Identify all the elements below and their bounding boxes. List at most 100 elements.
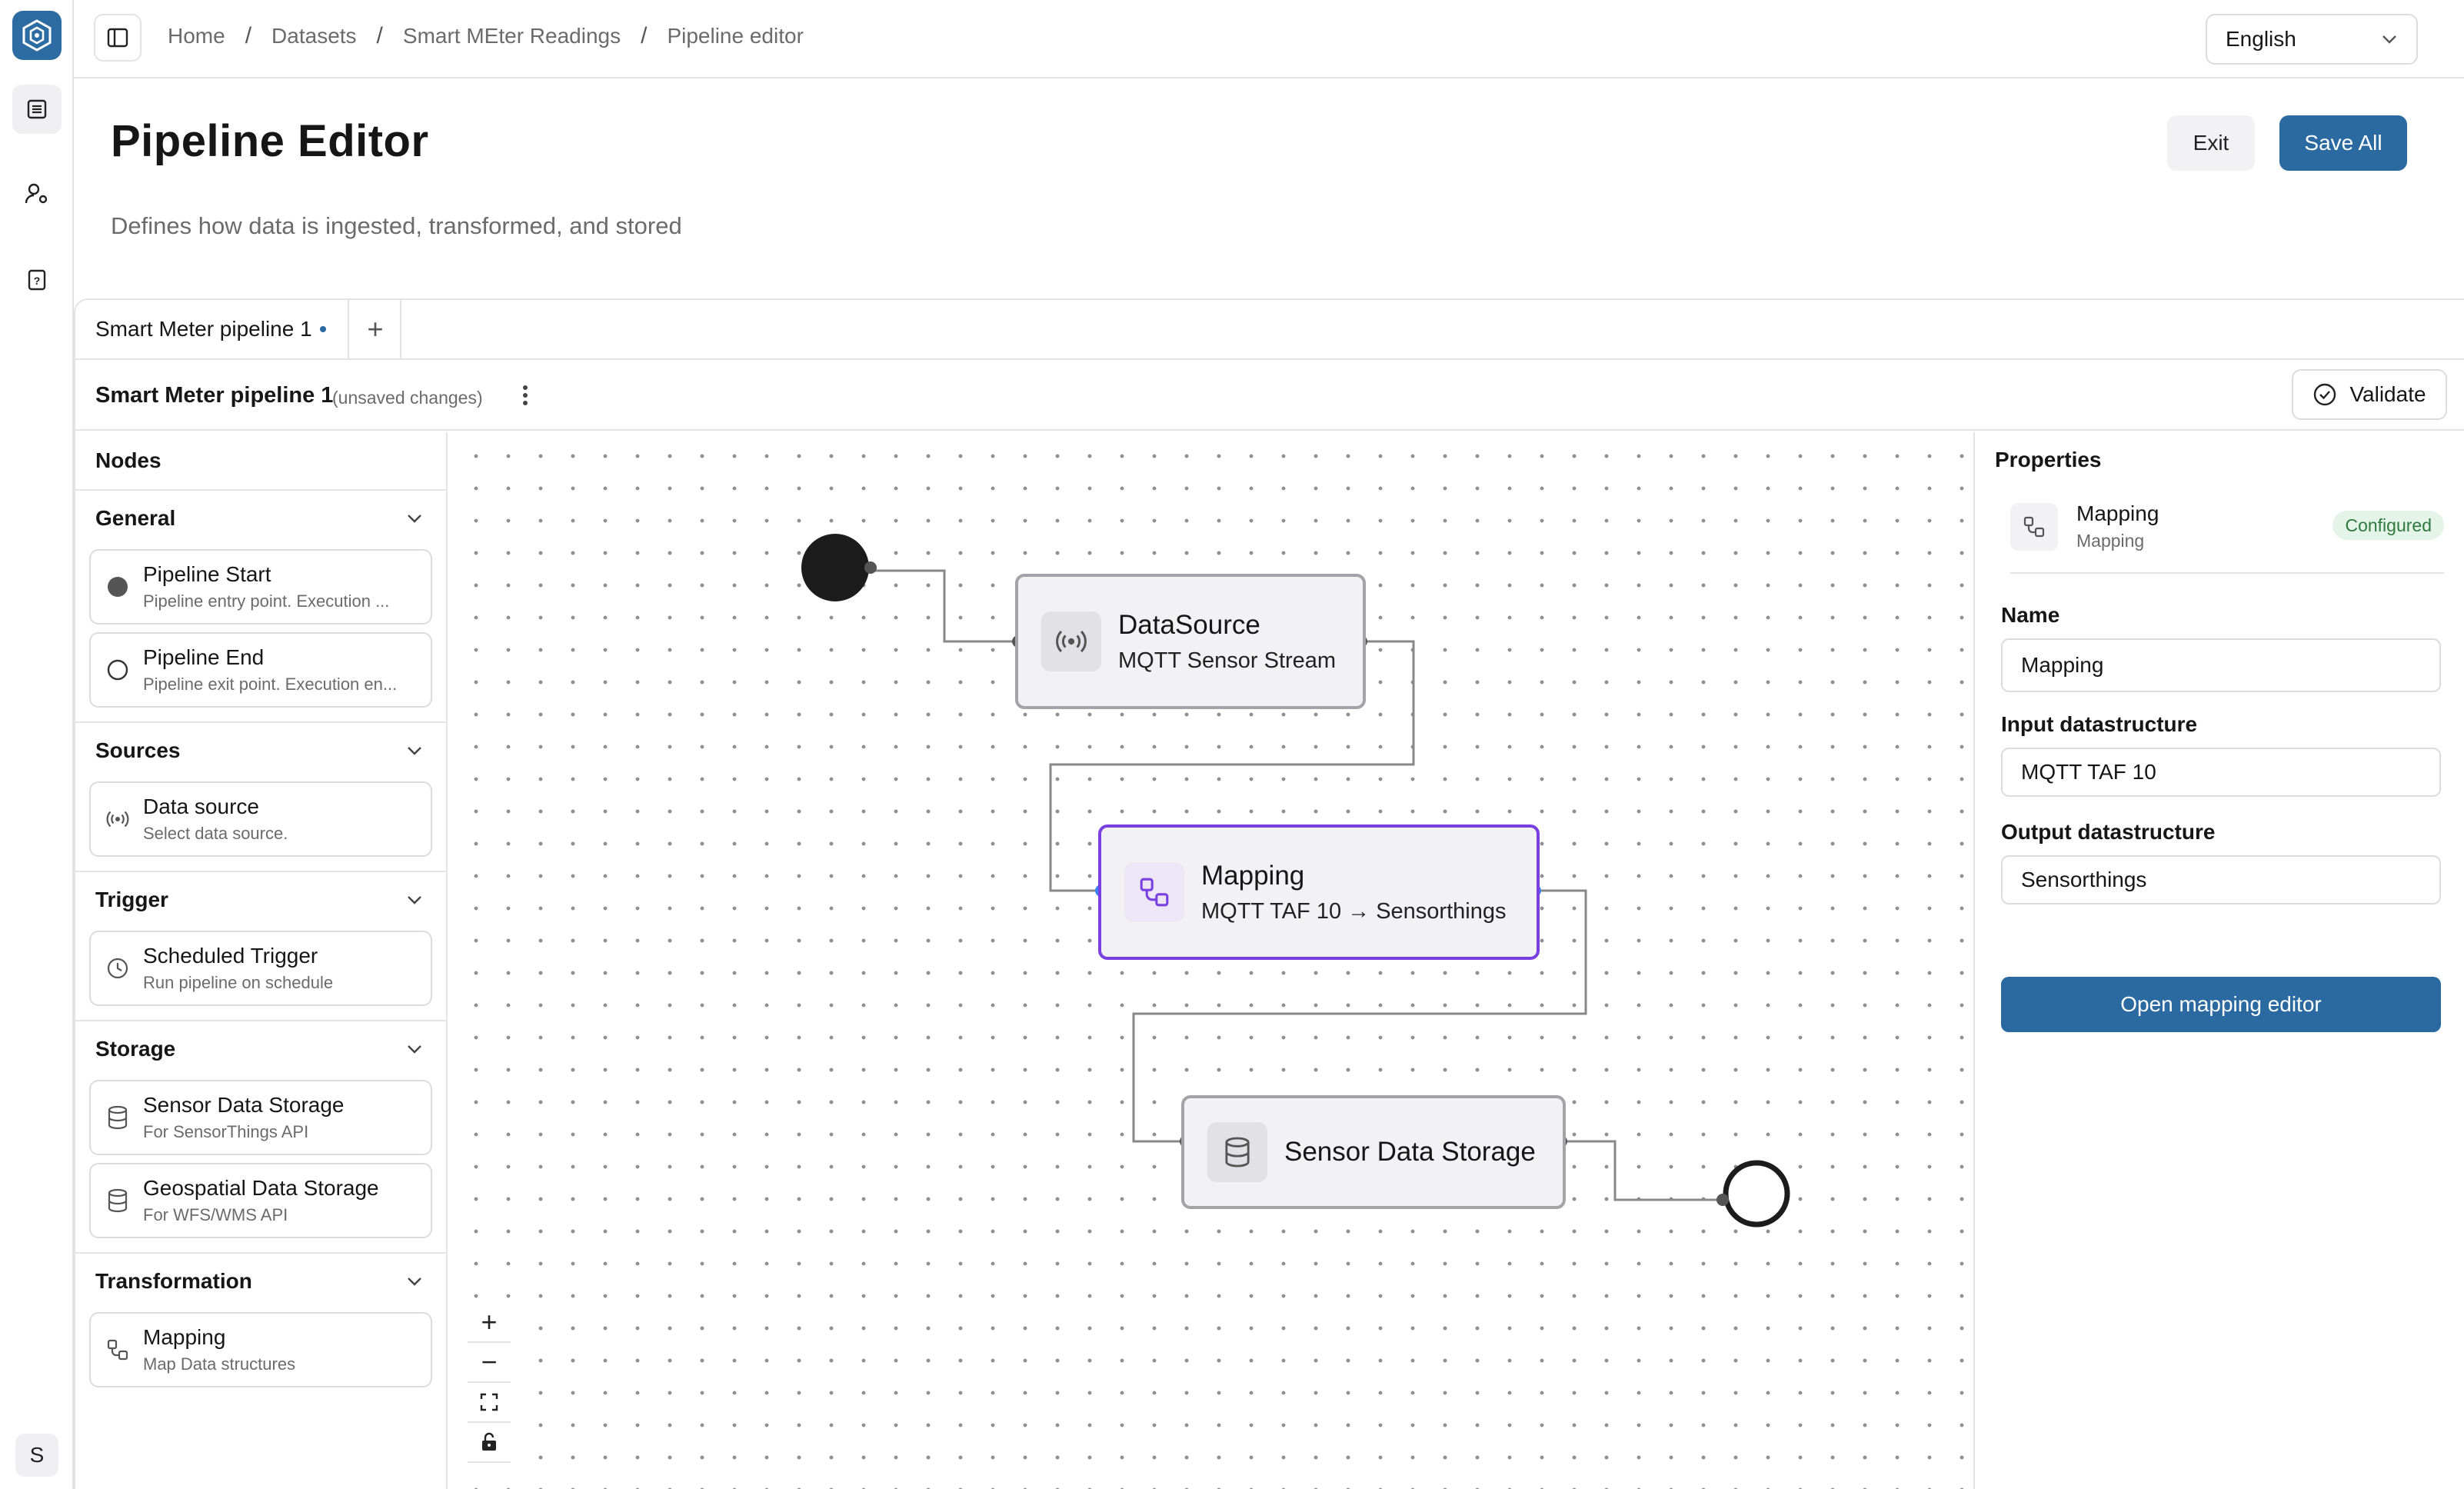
group-transformation: Transformation Mapping Map Data structure… bbox=[75, 1252, 446, 1401]
open-mapping-editor-button[interactable]: Open mapping editor bbox=[2001, 977, 2441, 1032]
status-badge: Configured bbox=[2332, 511, 2444, 540]
pipeline-end-node[interactable] bbox=[1723, 1160, 1790, 1228]
handle[interactable] bbox=[1716, 1194, 1729, 1206]
clock-icon bbox=[105, 955, 131, 981]
nodes-palette: Nodes General Pipeline Start Pipeline ent… bbox=[75, 432, 448, 1489]
node-subtitle: MQTT TAF 10 → Sensorthings bbox=[1201, 898, 1507, 924]
language-select[interactable]: English bbox=[2206, 14, 2418, 65]
database-icon bbox=[105, 1188, 131, 1214]
more-options-icon[interactable] bbox=[514, 378, 537, 412]
group-header-trigger[interactable]: Trigger bbox=[75, 872, 446, 928]
group-title: Transformation bbox=[95, 1269, 252, 1293]
zoom-in-button[interactable]: + bbox=[468, 1303, 511, 1343]
empty-circle-icon bbox=[105, 657, 131, 683]
palette-heading: Nodes bbox=[95, 448, 161, 472]
tab-smart-meter-pipeline-1[interactable]: Smart Meter pipeline 1 bbox=[75, 300, 349, 358]
chevron-down-icon bbox=[408, 747, 421, 755]
filled-circle-icon bbox=[105, 574, 131, 600]
output-datastructure-field[interactable] bbox=[2001, 855, 2441, 904]
user-avatar[interactable]: S bbox=[15, 1434, 58, 1477]
svg-text:?: ? bbox=[34, 275, 41, 287]
card-desc: Map Data structures bbox=[143, 1354, 296, 1374]
properties-panel: Properties Mapping Mapping Configured Na… bbox=[1973, 432, 2464, 1489]
tab-label: Smart Meter pipeline 1 bbox=[95, 317, 312, 341]
group-header-sources[interactable]: Sources bbox=[75, 723, 446, 778]
sidebar-toggle-icon bbox=[107, 28, 128, 48]
app-rail: ? S bbox=[0, 0, 74, 1489]
node-card-mapping[interactable]: Mapping Map Data structures bbox=[89, 1312, 432, 1387]
language-value: English bbox=[2226, 27, 2296, 51]
node-title: Sensor Data Storage bbox=[1284, 1137, 1536, 1167]
broadcast-icon bbox=[105, 806, 131, 832]
card-title: Mapping bbox=[143, 1325, 226, 1349]
chevron-down-icon bbox=[408, 515, 421, 523]
page-subtitle: Defines how data is ingested, transforme… bbox=[111, 212, 682, 239]
card-desc: Pipeline exit point. Execution en... bbox=[143, 675, 398, 694]
save-all-button[interactable]: Save All bbox=[2279, 115, 2407, 171]
input-datastructure-label: Input datastructure bbox=[2001, 712, 2198, 736]
pipeline-editor: Smart Meter pipeline 1 + Smart Meter pip… bbox=[74, 298, 2464, 1489]
unsaved-dot-icon bbox=[319, 326, 326, 332]
group-title: General bbox=[95, 506, 176, 530]
pipeline-name: Smart Meter pipeline 1 bbox=[95, 383, 334, 408]
validate-button[interactable]: Validate bbox=[2292, 369, 2447, 420]
exit-button[interactable]: Exit bbox=[2167, 115, 2255, 171]
database-icon bbox=[1207, 1122, 1267, 1182]
handle[interactable] bbox=[864, 561, 877, 574]
breadcrumb-home[interactable]: Home bbox=[168, 24, 225, 48]
sidebar-toggle-button[interactable] bbox=[94, 14, 142, 62]
help-icon[interactable]: ? bbox=[12, 255, 62, 305]
node-card-sensor-data-storage[interactable]: Sensor Data Storage For SensorThings API bbox=[89, 1080, 432, 1155]
zoom-out-button[interactable]: − bbox=[468, 1343, 511, 1383]
datasource-node[interactable]: DataSource MQTT Sensor Stream bbox=[1015, 574, 1366, 709]
zoom-controls: + − bbox=[468, 1303, 511, 1475]
group-title: Storage bbox=[95, 1037, 176, 1061]
name-label: Name bbox=[2001, 603, 2060, 627]
chevron-down-icon bbox=[408, 1045, 421, 1054]
node-card-scheduled-trigger[interactable]: Scheduled Trigger Run pipeline on schedul… bbox=[89, 931, 432, 1006]
name-field[interactable] bbox=[2001, 638, 2441, 692]
breadcrumb-separator: / bbox=[641, 23, 648, 48]
group-header-transformation[interactable]: Transformation bbox=[75, 1254, 446, 1309]
fit-view-button[interactable] bbox=[468, 1383, 511, 1423]
selected-node-type: Mapping bbox=[2076, 531, 2145, 551]
edge-start-to-datasource bbox=[871, 569, 1018, 643]
selected-node-summary: Mapping Mapping Configured bbox=[2010, 495, 2444, 574]
pipeline-tabs: Smart Meter pipeline 1 + bbox=[75, 300, 2464, 360]
card-title: Geospatial Data Storage bbox=[143, 1176, 379, 1200]
lock-button[interactable] bbox=[468, 1423, 511, 1463]
properties-heading: Properties bbox=[1995, 448, 2102, 471]
pipeline-toolbar: Smart Meter pipeline 1 (unsaved changes)… bbox=[75, 361, 2464, 431]
app-logo-icon[interactable] bbox=[12, 11, 62, 60]
card-title: Data source bbox=[143, 794, 259, 818]
fit-view-icon bbox=[480, 1393, 498, 1411]
chevron-down-icon bbox=[408, 1277, 421, 1286]
group-title: Sources bbox=[95, 738, 181, 762]
card-title: Sensor Data Storage bbox=[143, 1093, 345, 1117]
breadcrumb-dataset[interactable]: Smart MEter Readings bbox=[403, 24, 621, 48]
breadcrumb-datasets[interactable]: Datasets bbox=[271, 24, 357, 48]
database-icon bbox=[105, 1104, 131, 1131]
chevron-down-icon bbox=[2382, 35, 2396, 44]
group-general: General Pipeline Start Pipeline entry poi… bbox=[75, 489, 446, 721]
breadcrumb-separator: / bbox=[376, 23, 383, 48]
card-desc: Run pipeline on schedule bbox=[143, 973, 334, 992]
mapping-icon bbox=[105, 1337, 131, 1363]
user-settings-icon[interactable] bbox=[12, 169, 62, 218]
mapping-icon bbox=[1124, 862, 1184, 922]
node-card-data-source[interactable]: Data source Select data source. bbox=[89, 781, 432, 857]
node-card-pipeline-end[interactable]: Pipeline End Pipeline exit point. Executi… bbox=[89, 632, 432, 708]
add-tab-button[interactable]: + bbox=[351, 300, 401, 358]
group-header-general[interactable]: General bbox=[75, 491, 446, 546]
pipeline-canvas[interactable]: DataSource MQTT Sensor Stream Mapping MQTT… bbox=[449, 432, 1973, 1489]
mapping-node[interactable]: Mapping MQTT TAF 10 → Sensorthings bbox=[1098, 824, 1540, 960]
pipeline-start-node[interactable] bbox=[801, 534, 869, 601]
input-datastructure-field[interactable] bbox=[2001, 748, 2441, 797]
group-header-storage[interactable]: Storage bbox=[75, 1021, 446, 1077]
node-card-geospatial-data-storage[interactable]: Geospatial Data Storage For WFS/WMS API bbox=[89, 1163, 432, 1238]
sensor-storage-node[interactable]: Sensor Data Storage bbox=[1181, 1095, 1566, 1209]
datasets-nav-icon[interactable] bbox=[12, 85, 62, 134]
mapping-icon bbox=[2010, 503, 2058, 551]
node-card-pipeline-start[interactable]: Pipeline Start Pipeline entry point. Exec… bbox=[89, 549, 432, 625]
top-bar: Home / Datasets / Smart MEter Readings /… bbox=[74, 0, 2464, 78]
